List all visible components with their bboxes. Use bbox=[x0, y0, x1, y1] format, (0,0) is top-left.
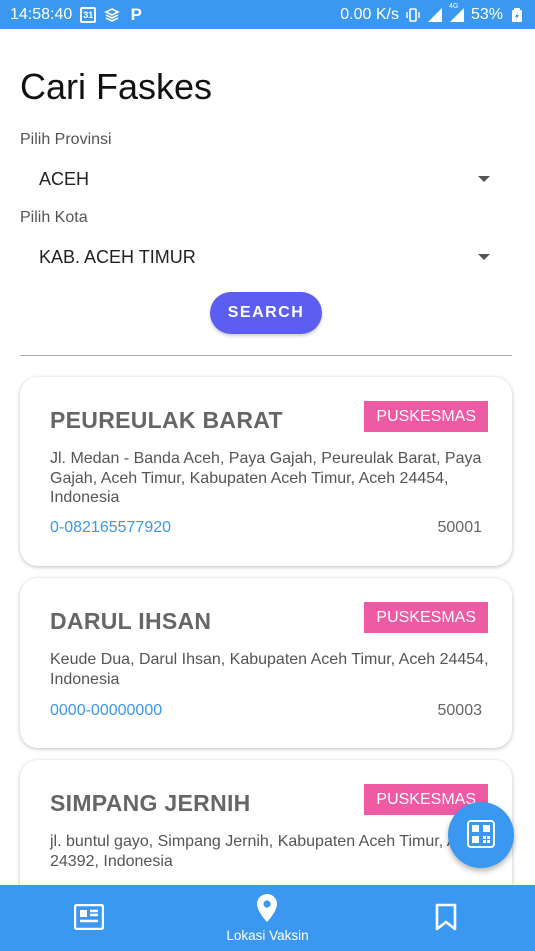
facility-card[interactable]: DARUL IHSAN PUSKESMAS Keude Dua, Darul I… bbox=[20, 578, 512, 748]
layers-icon bbox=[104, 7, 121, 23]
facility-card[interactable]: PEUREULAK BARAT PUSKESMAS Jl. Medan - Ba… bbox=[20, 377, 512, 566]
province-select[interactable]: ACEH bbox=[20, 159, 500, 199]
facility-code: 50001 bbox=[437, 519, 483, 536]
signal-4g-icon: 4G bbox=[449, 3, 465, 23]
divider bbox=[20, 355, 512, 356]
network-speed: 0.00 K/s bbox=[340, 5, 399, 23]
vibrate-icon bbox=[405, 7, 421, 23]
signal-icon bbox=[427, 7, 443, 23]
bookmark-icon bbox=[435, 903, 457, 934]
facility-address: Jl. Medan - Banda Aceh, Paya Gajah, Peur… bbox=[50, 450, 482, 506]
nav-item-news[interactable] bbox=[0, 885, 178, 951]
facility-address: Keude Dua, Darul Ihsan, Kabupaten Aceh T… bbox=[50, 651, 489, 688]
province-label: Pilih Provinsi bbox=[20, 131, 112, 148]
battery-charging-icon bbox=[509, 7, 525, 23]
page-title: Cari Faskes bbox=[20, 66, 213, 107]
parking-icon: P bbox=[130, 4, 142, 24]
status-time: 14:58:40 bbox=[10, 5, 73, 23]
nav-item-bookmark[interactable] bbox=[357, 885, 535, 951]
qr-code-icon bbox=[467, 819, 495, 851]
facility-name: DARUL IHSAN bbox=[50, 608, 212, 634]
nav-item-lokasi-vaksin[interactable]: Lokasi Vaksin bbox=[178, 885, 356, 951]
province-value: ACEH bbox=[39, 168, 90, 189]
network-type: 4G bbox=[448, 2, 459, 10]
news-icon bbox=[73, 903, 105, 933]
facility-phone-link[interactable]: 0000-00000000 bbox=[50, 702, 162, 720]
facility-name: SIMPANG JERNIH bbox=[50, 790, 251, 816]
facility-phone-link[interactable]: 0-082165577920 bbox=[50, 519, 171, 537]
facility-type-badge: PUSKESMAS bbox=[364, 602, 488, 633]
search-button[interactable]: SEARCH bbox=[210, 292, 322, 334]
facility-code: 50003 bbox=[437, 702, 483, 719]
facility-address: jl. buntul gayo, Simpang Jernih, Kabupat… bbox=[50, 833, 484, 870]
qr-scan-button[interactable] bbox=[448, 802, 514, 868]
chevron-down-icon bbox=[478, 254, 490, 260]
status-bar: 14:58:40 31 P 0.00 K/s 4G 53% bbox=[0, 0, 535, 29]
battery-level: 53% bbox=[470, 5, 503, 23]
bottom-nav: Lokasi Vaksin bbox=[0, 885, 535, 951]
city-label: Pilih Kota bbox=[20, 209, 88, 226]
nav-label: Lokasi Vaksin bbox=[226, 927, 309, 943]
city-value: KAB. ACEH TIMUR bbox=[39, 246, 196, 267]
location-pin-icon bbox=[257, 893, 278, 925]
calendar-icon: 31 bbox=[80, 6, 97, 23]
city-select[interactable]: KAB. ACEH TIMUR bbox=[20, 237, 500, 277]
facility-name: PEUREULAK BARAT bbox=[50, 407, 283, 433]
facility-type-badge: PUSKESMAS bbox=[364, 401, 488, 432]
chevron-down-icon bbox=[478, 176, 490, 182]
